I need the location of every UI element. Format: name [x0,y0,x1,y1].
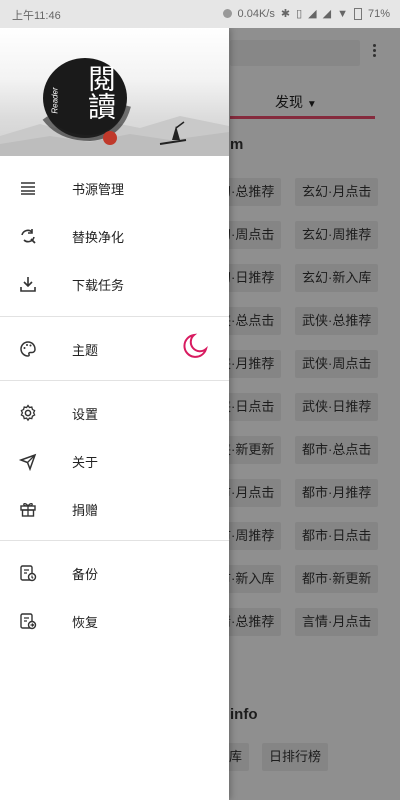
menu-label: 书源管理 [72,182,125,197]
find-replace-icon [21,229,36,244]
menu-label: 捐赠 [72,503,99,518]
app-logo-sub: Reader [50,87,60,114]
menu-label: 备份 [72,567,99,582]
backup-icon [20,565,37,582]
signal-icon: ◢ [308,8,317,20]
menu-item-book-source[interactable]: 书源管理 [0,164,229,212]
navigation-drawer: 閱讀 Reader 书源管理 替换净化 下载任务 主题 设置 关于 捐赠 备份 … [0,28,229,800]
menu-divider [0,380,229,381]
menu-label: 关于 [72,455,99,470]
list-icon [21,182,35,195]
restore-icon [20,613,37,630]
menu-divider [0,316,229,317]
bluetooth-icon: ✱ [280,8,291,20]
menu-item-settings[interactable]: 设置 [0,389,229,437]
gear-icon [20,404,36,422]
menu-label: 替换净化 [72,230,125,245]
notification-icon [222,9,232,18]
wifi-icon: ▼ [337,7,348,20]
menu-item-donate[interactable]: 捐赠 [0,485,229,533]
menu-divider [0,540,229,541]
status-bar: 上午11:46 0.04K/s ✱ ▯ ◢ ◢ ▼ 71% [0,0,400,28]
drawer-header: 閱讀 Reader [0,28,229,156]
gift-icon [20,502,36,517]
status-icons: 0.04K/s ✱ ▯ ◢ ◢ ▼ 71% [222,7,390,20]
send-icon [18,453,37,471]
menu-item-replace[interactable]: 替换净化 [0,212,229,260]
menu-label: 设置 [72,407,99,422]
menu-item-restore[interactable]: 恢复 [0,597,229,645]
app-logo-text: 閱讀 [84,64,117,120]
vibrate-icon: ▯ [296,8,303,20]
menu-item-backup[interactable]: 备份 [0,549,229,597]
signal2-icon: ◢ [322,8,332,20]
network-speed: 0.04K/s [237,7,275,20]
menu-label: 下载任务 [72,278,125,293]
menu-item-about[interactable]: 关于 [0,437,229,485]
menu-item-download[interactable]: 下载任务 [0,260,229,308]
app-logo: 閱讀 [56,64,117,120]
status-time: 上午11:46 [12,10,61,22]
download-icon [20,277,36,292]
menu-label: 恢复 [72,615,99,630]
night-mode-toggle-icon[interactable] [180,331,210,361]
battery-icon [353,7,362,20]
menu-label: 主题 [72,343,99,358]
palette-icon [20,341,36,357]
menu-item-theme[interactable]: 主题 [0,325,229,373]
battery-percent: 71% [367,7,390,20]
